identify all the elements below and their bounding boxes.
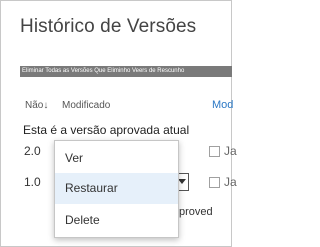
version-context-menu: Ver Restaurar Delete <box>54 140 179 238</box>
delete-all-versions-label: Eliminar Todas as Versões Que Eliminho V… <box>22 68 185 74</box>
menu-item-restore[interactable]: Restaurar <box>55 173 178 204</box>
version-number-2-0: 2.0 <box>24 144 41 158</box>
row-status-text: proved <box>179 206 213 218</box>
version-history-dialog: Histórico de Versões Eliminar Todas as V… <box>0 0 237 247</box>
menu-item-view[interactable]: Ver <box>55 143 178 174</box>
row-checkbox[interactable] <box>209 146 220 157</box>
column-header-modified-by[interactable]: Mod <box>212 99 233 111</box>
chevron-down-icon <box>178 179 186 184</box>
column-header-modified[interactable]: Modificado <box>62 100 110 111</box>
version-number-1-0: 1.0 <box>24 175 41 189</box>
column-header-number[interactable]: Não↓ <box>25 100 48 111</box>
dialog-title: Histórico de Versões <box>20 16 197 37</box>
approved-version-note: Esta é a versão aprovada atual <box>23 123 190 137</box>
column-header-number-label: Não <box>25 100 44 111</box>
menu-item-delete[interactable]: Delete <box>55 205 178 236</box>
row-checkbox[interactable] <box>209 177 220 188</box>
arrow-down-icon: ↓ <box>43 100 49 111</box>
row-partial-text: Ja <box>224 144 237 158</box>
row-partial-text: Ja <box>224 175 237 189</box>
delete-all-versions-link[interactable]: Eliminar Todas as Versões Que Eliminho V… <box>20 66 232 77</box>
